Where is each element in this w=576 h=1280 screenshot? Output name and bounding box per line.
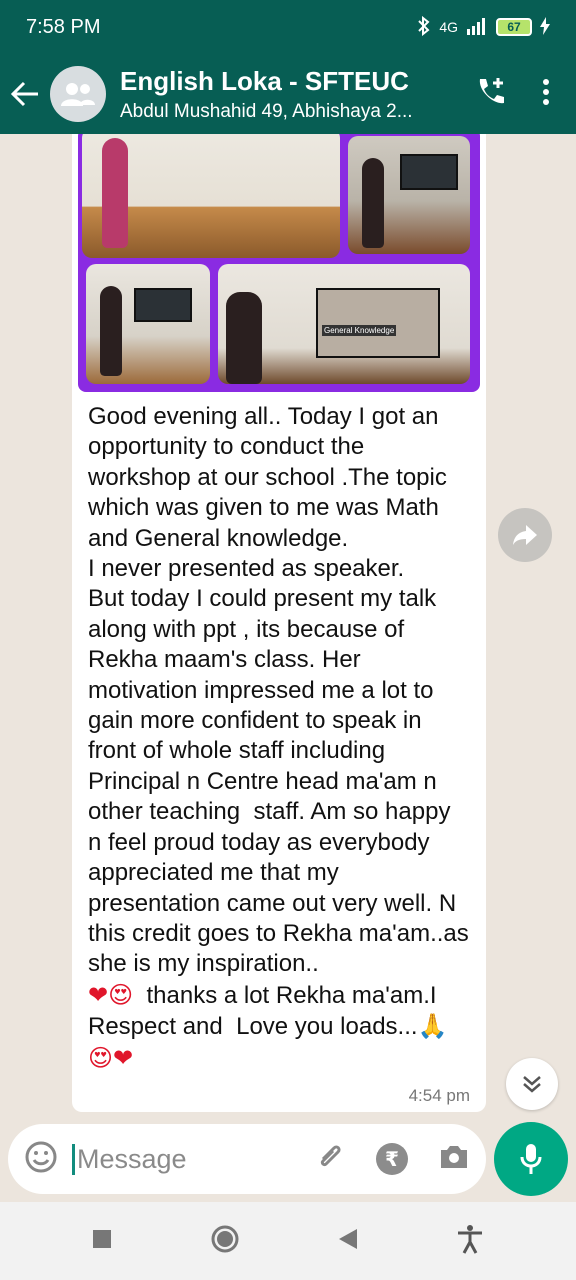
accessibility-icon[interactable] bbox=[456, 1224, 484, 1259]
message-bubble[interactable]: General Knowledge Good evening all.. Tod… bbox=[72, 134, 486, 1112]
chat-title: English Loka - SFTEUC bbox=[120, 65, 409, 96]
screen: General Knowledge bbox=[316, 288, 440, 358]
person-figure bbox=[362, 158, 384, 248]
message-text-block: Good evening all.. Today I got an opport… bbox=[78, 392, 480, 1074]
closing-text: thanks a lot Rekha ma'am.I Respect and L… bbox=[88, 981, 444, 1041]
screen bbox=[400, 154, 458, 190]
person-figure bbox=[102, 138, 128, 248]
back-nav-icon[interactable] bbox=[338, 1228, 358, 1255]
screen-caption: General Knowledge bbox=[322, 325, 397, 336]
status-icons: 4G 67 bbox=[417, 15, 550, 39]
message-text: Good evening all.. Today I got an opport… bbox=[88, 403, 469, 978]
bluetooth-icon bbox=[417, 15, 431, 39]
emoji-icon[interactable] bbox=[24, 1140, 58, 1179]
payment-rupee-icon[interactable]: ₹ bbox=[376, 1143, 408, 1175]
chat-area[interactable]: General Knowledge Good evening all.. Tod… bbox=[0, 134, 576, 1120]
photo-2 bbox=[348, 136, 470, 254]
system-nav-bar bbox=[0, 1202, 576, 1280]
photo-1 bbox=[82, 134, 340, 258]
signal-icon bbox=[466, 17, 488, 38]
heart-emoji-group: ❤😍 bbox=[88, 980, 134, 1009]
chat-info[interactable]: English Loka - SFTEUC Abdul Mushahid 49,… bbox=[120, 66, 450, 123]
person-figure bbox=[100, 286, 122, 376]
camera-icon[interactable] bbox=[438, 1143, 470, 1176]
chat-participants: Abdul Mushahid 49, Abhishaya 2... bbox=[120, 100, 413, 122]
recent-apps-icon[interactable] bbox=[92, 1229, 112, 1254]
photo-4: General Knowledge bbox=[218, 264, 470, 384]
more-vert-icon[interactable] bbox=[542, 78, 550, 111]
network-type: 4G bbox=[439, 19, 458, 35]
message-image-collage[interactable]: General Knowledge bbox=[78, 134, 480, 392]
back-arrow-icon[interactable] bbox=[0, 80, 50, 108]
charging-icon bbox=[540, 16, 550, 38]
mic-icon[interactable] bbox=[494, 1122, 568, 1196]
battery-level: 67 bbox=[496, 18, 532, 36]
scroll-down-icon[interactable] bbox=[506, 1058, 558, 1110]
screen bbox=[134, 288, 192, 322]
forward-icon[interactable] bbox=[498, 508, 552, 562]
add-call-icon[interactable] bbox=[474, 75, 508, 114]
photo-3 bbox=[86, 264, 210, 384]
message-time: 4:54 pm bbox=[408, 1086, 470, 1105]
person-figure bbox=[226, 292, 262, 384]
group-avatar-icon[interactable] bbox=[50, 66, 106, 122]
message-composer: ₹ bbox=[8, 1124, 486, 1194]
message-input[interactable] bbox=[72, 1143, 262, 1175]
status-time: 7:58 PM bbox=[26, 15, 101, 38]
home-icon[interactable] bbox=[210, 1224, 240, 1259]
status-bar: 7:58 PM 4G 67 bbox=[0, 0, 576, 54]
chat-header: English Loka - SFTEUC Abdul Mushahid 49,… bbox=[0, 54, 576, 134]
attach-icon[interactable] bbox=[314, 1141, 346, 1178]
